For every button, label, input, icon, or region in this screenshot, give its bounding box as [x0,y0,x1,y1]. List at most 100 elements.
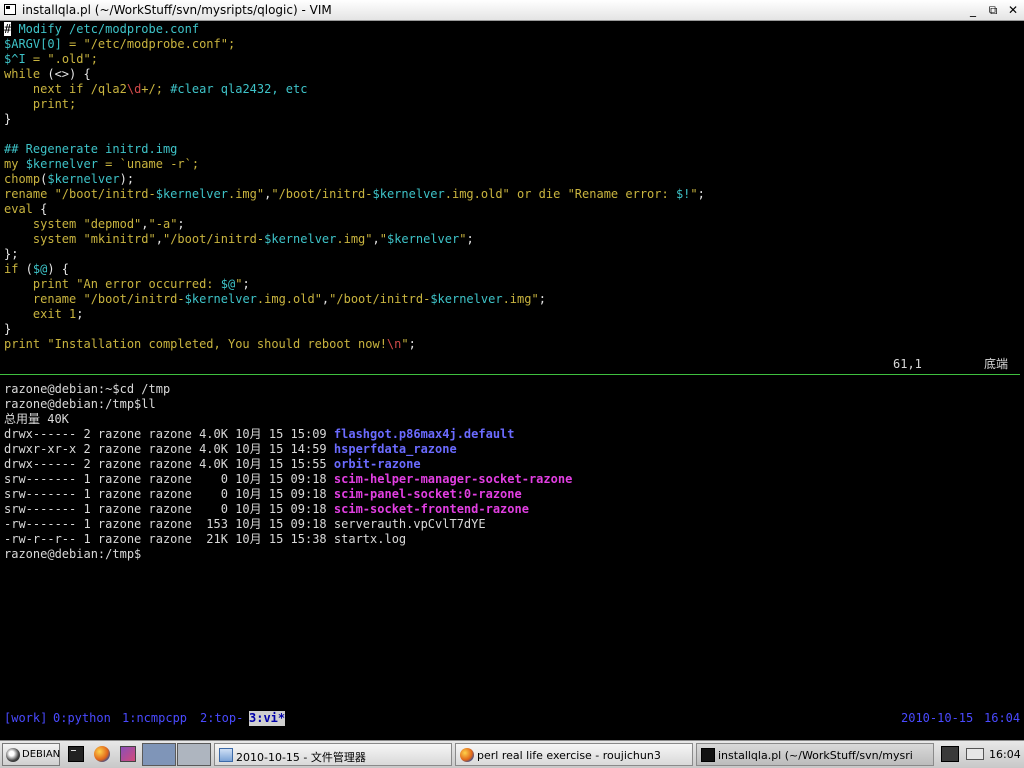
code-token: , [372,232,380,246]
code-token: print [4,337,48,351]
code-line-6: print; [4,97,76,112]
code-line-9: ## Regenerate initrd.img [4,142,178,156]
terminal-icon [701,748,715,762]
code-token: $kernelver [47,172,120,186]
code-token: "Installation completed, You should rebo… [47,337,387,351]
code-token: .img.old" [444,187,510,201]
shell-prompt[interactable]: razone@debian:/tmp$ [4,547,141,562]
close-button[interactable]: ✕ [1006,3,1020,17]
code-token: system [4,232,84,246]
file-row: -rw-r--r-- 1 razone razone 21K 10月 15 15… [4,532,406,547]
code-token: /qla2 [83,82,127,96]
code-line-17: if ($@) { [4,262,69,277]
code-token: " [401,337,409,351]
code-token: $kernelver [264,232,337,246]
code-line-1: # Modify /etc/modprobe.conf [4,22,199,37]
code-token: = [97,157,120,171]
code-token: .img.old" [256,292,322,306]
code-token: "/boot/initrd- [83,292,185,306]
code-line-15: system "mkinitrd","/boot/initrd-$kernelv… [4,232,474,247]
firefox-icon [460,748,474,762]
vim-statusline: 61,1 底端 [0,357,1024,372]
cursor-position: 61,1 [893,357,922,371]
screen-window-3[interactable]: 3:vi* [249,711,286,726]
task-file-manager[interactable]: 2010-10-15 - 文件管理器 [214,743,452,766]
shell-total: 总用量 40K [4,412,69,426]
code-token: Modify /etc/modprobe.conf [11,22,200,36]
code-token: ; [538,292,546,306]
screen-time: 16:04 [984,711,1021,725]
task-label: perl real life exercise - roujichun3 [477,749,661,762]
file-meta: drwx------ 2 razone razone 4.0K 10月 15 1… [4,457,334,471]
code-line-7: } [4,112,12,126]
code-token: eval [4,202,33,216]
screen-date: 2010-10-15 [901,711,974,725]
file-row: srw------- 1 razone razone 0 10月 15 09:1… [4,487,522,502]
code-token: , [155,232,163,246]
tray-network[interactable] [938,743,962,766]
terminal-icon [68,746,84,762]
code-line-14: system "depmod","-a"; [4,217,185,232]
code-token: if [69,82,84,96]
file-meta: srw------- 1 razone razone 0 10月 15 09:1… [4,472,334,486]
launcher-terminal[interactable] [65,743,87,766]
code-token: = [25,52,48,66]
file-row: drwx------ 2 razone razone 4.0K 10月 15 1… [4,457,421,472]
launcher-media[interactable] [117,743,139,766]
code-token: .img" [502,292,539,306]
code-token: print [4,97,70,111]
screen-window-2[interactable]: 2:top- [200,711,243,726]
socket-name: scim-panel-socket:0-razone [333,487,522,501]
tray-printer[interactable] [963,743,987,766]
code-token: `uname -r` [119,157,192,171]
code-token: .img" [227,187,265,201]
code-line-3: $^I = ".old"; [4,52,98,67]
code-line-11: chomp($kernelver); [4,172,134,187]
code-line-2: $ARGV[0] = "/etc/modprobe.conf"; [4,37,235,52]
task-vim[interactable]: installqla.pl (~/WorkStuff/svn/mysri [696,743,934,766]
code-token: $^I [4,52,26,66]
code-token: ) { [47,262,70,276]
pane-divider[interactable] [0,374,1020,375]
code-token: while [4,67,41,81]
file-meta: drwxr-xr-x 2 razone razone 4.0K 10月 15 1… [4,442,334,456]
task-firefox[interactable]: perl real life exercise - roujichun3 [455,743,693,766]
code-token: ; [408,337,416,351]
start-menu-button[interactable]: DEBIAN [2,743,60,766]
clock[interactable]: 16:04 [989,748,1021,761]
code-token: ; [76,307,84,321]
code-token: chomp [4,172,41,186]
printer-icon [966,748,984,760]
code-token: exit [4,307,70,321]
window-titlebar: installqla.pl (~/WorkStuff/svn/mysripts/… [0,0,1024,21]
file-row: srw------- 1 razone razone 0 10月 15 09:1… [4,472,572,487]
code-line-5: next if /qla2\d+/; #clear qla2432, etc [4,82,308,97]
code-token: .img" [336,232,373,246]
code-token: #clear qla2432, etc [170,82,308,96]
file-meta: -rw------- 1 razone razone 153 10月 15 09… [4,517,334,531]
minimize-button[interactable]: _ [966,3,980,17]
terminal-area[interactable]: # Modify /etc/modprobe.conf $ARGV[0] = "… [0,21,1024,740]
workspace-1[interactable] [142,743,176,766]
code-token: $kernelver [430,292,503,306]
workspace-2[interactable] [177,743,211,766]
file-meta: -rw-r--r-- 1 razone razone 21K 10月 15 15… [4,532,334,546]
code-token: ( [18,262,33,276]
screen-window-1[interactable]: 1:ncmpcpp [122,711,187,726]
launcher-firefox[interactable] [91,743,113,766]
code-token: \d [126,82,142,96]
code-line-12: rename "/boot/initrd-$kernelver.img","/b… [4,187,705,202]
file-meta: srw------- 1 razone razone 0 10月 15 09:1… [4,487,334,501]
code-line-21: } [4,322,12,336]
code-token: $kernelver [25,157,98,171]
task-label: 2010-10-15 - 文件管理器 [236,751,366,764]
file-meta: drwx------ 2 razone razone 4.0K 10月 15 1… [4,427,334,441]
media-icon [120,746,136,762]
screen-window-0[interactable]: 0:python [53,711,111,726]
code-token: ; [177,217,185,231]
shell-line: razone@debian:/tmp$ll [4,397,156,411]
code-token: " [379,232,387,246]
maximize-button[interactable]: ⧉ [986,3,1000,17]
code-token: , [141,217,149,231]
code-token: ; [227,37,236,51]
